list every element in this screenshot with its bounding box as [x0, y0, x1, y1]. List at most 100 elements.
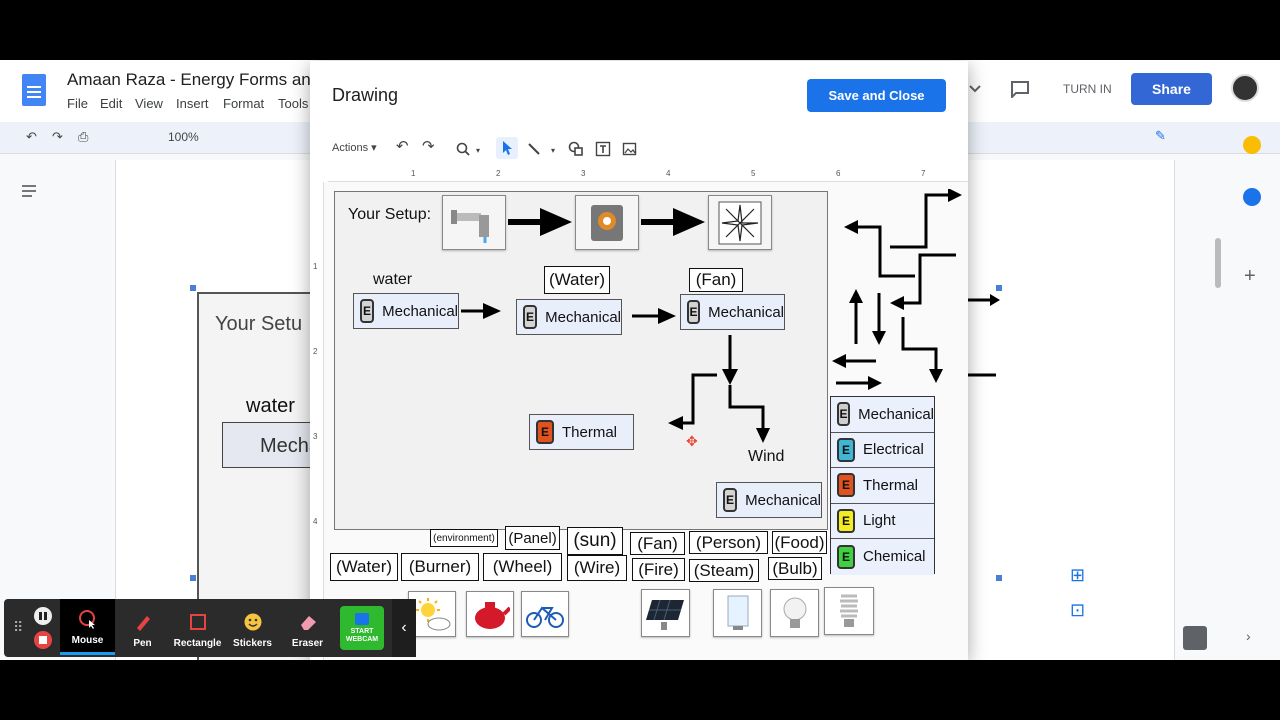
- pen-label: Pen: [133, 638, 152, 649]
- setup-label[interactable]: Your Setup:: [348, 206, 431, 224]
- kettle-image[interactable]: [466, 591, 514, 637]
- glass-image[interactable]: [713, 589, 762, 637]
- scrollbar[interactable]: [1215, 238, 1221, 288]
- menu-file[interactable]: File: [67, 96, 88, 111]
- menu-tools[interactable]: Tools: [278, 96, 308, 111]
- legend-item-light[interactable]: E Light: [831, 503, 934, 539]
- energy-card-thermal[interactable]: E Thermal: [529, 414, 634, 450]
- energy-card-mechanical[interactable]: E Mechanical: [680, 294, 785, 330]
- arrow-right[interactable]: [630, 304, 680, 328]
- undo-icon[interactable]: ↶: [396, 137, 409, 155]
- word-label-steam[interactable]: (Steam): [689, 559, 759, 582]
- word-label-water[interactable]: (Water): [330, 553, 398, 581]
- cfl-bulb-image[interactable]: [824, 587, 874, 635]
- add-comment-icon[interactable]: ⊞: [1070, 565, 1085, 586]
- line-tool-icon[interactable]: [527, 142, 541, 156]
- faucet-image[interactable]: [442, 195, 506, 250]
- energy-card-mechanical[interactable]: E Mechanical: [516, 299, 622, 335]
- solar-panel-image[interactable]: [641, 589, 690, 637]
- calendar-icon[interactable]: [1243, 136, 1261, 154]
- legend-item-electrical[interactable]: E Electrical: [831, 432, 934, 468]
- legend-item-mechanical[interactable]: E Mechanical: [831, 397, 934, 433]
- edit-mode-icon[interactable]: ✎: [1155, 128, 1166, 144]
- eraser-tool-button[interactable]: Eraser: [280, 599, 335, 655]
- tasks-icon[interactable]: [1243, 188, 1261, 206]
- mouse-tool-button[interactable]: Mouse: [60, 599, 115, 655]
- share-button[interactable]: Share: [1131, 73, 1212, 105]
- word-label-sun[interactable]: (sun): [567, 527, 623, 555]
- e-chip: E: [687, 300, 701, 324]
- redo-icon[interactable]: ↷: [422, 137, 435, 155]
- water-label[interactable]: water: [373, 271, 412, 289]
- card-label: Mechanical: [382, 302, 458, 320]
- water-paren-label[interactable]: (Water): [544, 266, 610, 294]
- menu-insert[interactable]: Insert: [176, 96, 209, 111]
- doc-title[interactable]: Amaan Raza - Energy Forms and: [67, 70, 320, 90]
- zoom-dropdown-icon[interactable]: ▾: [476, 146, 480, 155]
- add-addon-icon[interactable]: +: [1244, 265, 1256, 288]
- e-chip: E: [723, 488, 738, 512]
- selection-handle[interactable]: [190, 285, 196, 291]
- shape-tool-icon[interactable]: [568, 141, 584, 157]
- undo-icon[interactable]: ↶: [26, 129, 37, 145]
- suggest-edit-icon[interactable]: ⊡: [1070, 600, 1085, 621]
- save-and-close-button[interactable]: Save and Close: [807, 79, 946, 112]
- legend-item-chemical[interactable]: E Chemical: [831, 539, 934, 575]
- word-label-person[interactable]: (Person): [689, 531, 768, 554]
- explore-icon[interactable]: [1183, 626, 1207, 650]
- word-label-environment[interactable]: (environment): [430, 529, 498, 547]
- redo-icon[interactable]: ↷: [52, 129, 63, 145]
- selection-handle[interactable]: [190, 575, 196, 581]
- chevron-down-icon[interactable]: [968, 82, 982, 96]
- word-label-fan[interactable]: (Fan): [630, 532, 685, 555]
- generator-image[interactable]: [575, 195, 639, 250]
- stop-button[interactable]: [34, 631, 52, 649]
- line-dropdown-icon[interactable]: ▾: [551, 146, 555, 155]
- legend-item-thermal[interactable]: E Thermal: [831, 468, 934, 504]
- word-label-burner[interactable]: (Burner): [401, 553, 479, 581]
- energy-card-mechanical[interactable]: E Mechanical: [353, 293, 459, 329]
- word-label-wire[interactable]: (Wire): [567, 555, 627, 581]
- branch-arrows[interactable]: [665, 333, 775, 445]
- pause-button[interactable]: [34, 607, 52, 625]
- text-box-icon[interactable]: [595, 141, 611, 157]
- menu-edit[interactable]: Edit: [100, 96, 122, 111]
- arrow-right-big[interactable]: [639, 204, 709, 240]
- docs-logo-icon[interactable]: [22, 74, 46, 106]
- menu-format[interactable]: Format: [223, 96, 264, 111]
- outline-icon[interactable]: [20, 183, 38, 199]
- stickers-tool-button[interactable]: Stickers: [225, 599, 280, 655]
- spare-arrows-horizontal[interactable]: [828, 351, 888, 391]
- energy-card-mechanical[interactable]: E Mechanical: [716, 482, 822, 518]
- selection-handle[interactable]: [996, 575, 1002, 581]
- pen-tool-button[interactable]: Pen: [115, 599, 170, 655]
- fan-paren-label[interactable]: (Fan): [689, 268, 743, 292]
- drag-handle-icon[interactable]: ⠿: [13, 619, 23, 636]
- wind-label[interactable]: Wind: [748, 448, 784, 466]
- select-tool-button[interactable]: [496, 137, 518, 159]
- rectangle-tool-button[interactable]: Rectangle: [170, 599, 225, 655]
- menu-view[interactable]: View: [135, 96, 163, 111]
- print-icon[interactable]: ⎙: [78, 129, 88, 145]
- arrow-right-big[interactable]: [506, 204, 576, 240]
- image-icon[interactable]: [622, 141, 638, 157]
- zoom-icon[interactable]: [456, 142, 470, 156]
- fan-image[interactable]: [708, 195, 772, 250]
- word-label-wheel[interactable]: (Wheel): [483, 553, 562, 581]
- start-webcam-button[interactable]: START WEBCAM: [340, 606, 384, 650]
- word-label-fire[interactable]: (Fire): [632, 558, 685, 581]
- zoom-select[interactable]: 100%: [168, 130, 199, 144]
- bicycle-image[interactable]: [521, 591, 569, 637]
- ruler-mark: 4: [666, 169, 671, 178]
- arrow-right[interactable]: [459, 299, 504, 323]
- word-label-panel[interactable]: (Panel): [505, 526, 560, 550]
- bulb-image[interactable]: [770, 589, 819, 637]
- turn-in-button[interactable]: TURN IN: [1063, 82, 1112, 96]
- word-label-bulb[interactable]: (Bulb): [768, 557, 822, 580]
- avatar[interactable]: [1231, 74, 1259, 102]
- collapse-toolbar-button[interactable]: ‹: [392, 599, 416, 657]
- chevron-right-icon[interactable]: ›: [1246, 628, 1251, 644]
- word-label-food[interactable]: (Food): [772, 531, 827, 554]
- comment-icon[interactable]: [1010, 80, 1030, 98]
- actions-menu[interactable]: Actions ▾: [332, 141, 377, 154]
